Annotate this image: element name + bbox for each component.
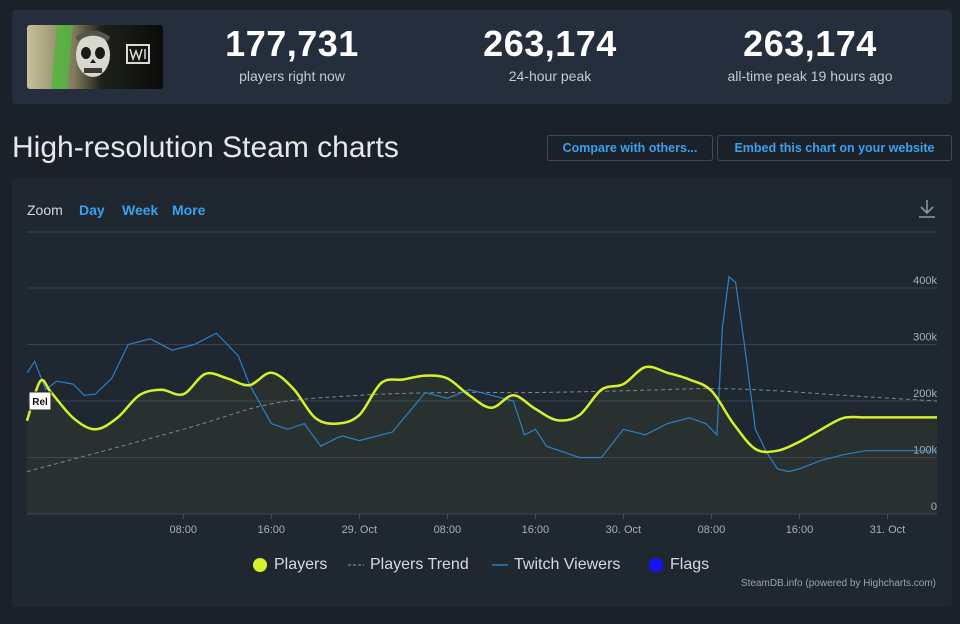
x-tick-label: 16:00 <box>522 524 550 536</box>
zoom-week-button[interactable]: Week <box>122 202 158 218</box>
alltime-peak-value: 263,174 <box>743 23 877 64</box>
y-tick-label: 400k <box>913 275 937 287</box>
zoom-more-button[interactable]: More <box>172 202 205 218</box>
legend-label-players-trend: Players Trend <box>370 556 469 573</box>
skull-mask-icon <box>27 25 163 89</box>
legend-item-twitch-viewers[interactable]: Twitch Viewers <box>492 554 652 576</box>
legend-label-twitch-viewers: Twitch Viewers <box>514 556 621 573</box>
stat-alltime-peak: 263,174 all-time peak 19 hours ago <box>690 24 930 86</box>
flag-label: Rel <box>32 397 48 408</box>
chart-credits[interactable]: SteamDB.info (powered by Highcharts.com) <box>741 578 936 589</box>
legend-item-players[interactable]: Players <box>252 554 352 576</box>
x-tick-label: 31. Oct <box>870 524 905 536</box>
y-tick-label: 200k <box>913 388 937 400</box>
legend-label-players: Players <box>274 556 328 573</box>
flags-legend-symbol <box>649 558 663 572</box>
x-tick-label: 16:00 <box>258 524 286 536</box>
x-tick-label: 08:00 <box>698 524 726 536</box>
peak-24h-value: 263,174 <box>483 23 617 64</box>
legend-item-players-trend[interactable]: Players Trend <box>348 554 488 576</box>
stat-current-players: 177,731 players right now <box>212 24 372 86</box>
alltime-peak-label: all-time peak 19 hours ago <box>727 68 893 84</box>
current-players-label: players right now <box>239 68 345 84</box>
players-chart[interactable]: 0100k200k300k400k08:00 16:00 29. Oct 08:00 1… <box>12 178 952 607</box>
zoom-day-button[interactable]: Day <box>79 202 105 218</box>
x-tick-label: 08:00 <box>434 524 462 536</box>
current-players-value: 177,731 <box>225 23 359 64</box>
stats-bar: 177,731 players right now 263,174 24-hou… <box>12 10 952 104</box>
zoom-label: Zoom <box>27 202 63 218</box>
legend-label-flags: Flags <box>670 556 710 573</box>
chart-legend: Players Players Trend Twitch Viewers Fla… <box>12 554 952 576</box>
x-tick-label: 16:00 <box>786 524 814 536</box>
x-tick-label: 08:00 <box>169 524 197 536</box>
players-legend-symbol <box>253 558 267 572</box>
download-icon[interactable] <box>916 198 938 220</box>
trend-legend-symbol <box>348 564 364 566</box>
compare-button[interactable]: Compare with others... <box>547 135 713 161</box>
x-tick-label: 29. Oct <box>342 524 377 536</box>
legend-item-flags[interactable]: Flags <box>648 554 728 576</box>
twitch-legend-symbol <box>492 564 508 566</box>
embed-chart-button[interactable]: Embed this chart on your website <box>717 135 952 161</box>
x-tick-label: 30. Oct <box>606 524 641 536</box>
game-thumbnail[interactable] <box>27 25 163 89</box>
chart-panel: 0 100k 200k 300k 400k 08:00 16:00 29. Oct 08:00 1… <box>12 178 952 607</box>
peak-24h-label: 24-hour peak <box>508 68 592 84</box>
stat-24h-peak: 263,174 24-hour peak <box>470 24 630 86</box>
page-title: High-resolution Steam charts <box>12 131 399 164</box>
y-tick-label: 300k <box>913 332 937 344</box>
